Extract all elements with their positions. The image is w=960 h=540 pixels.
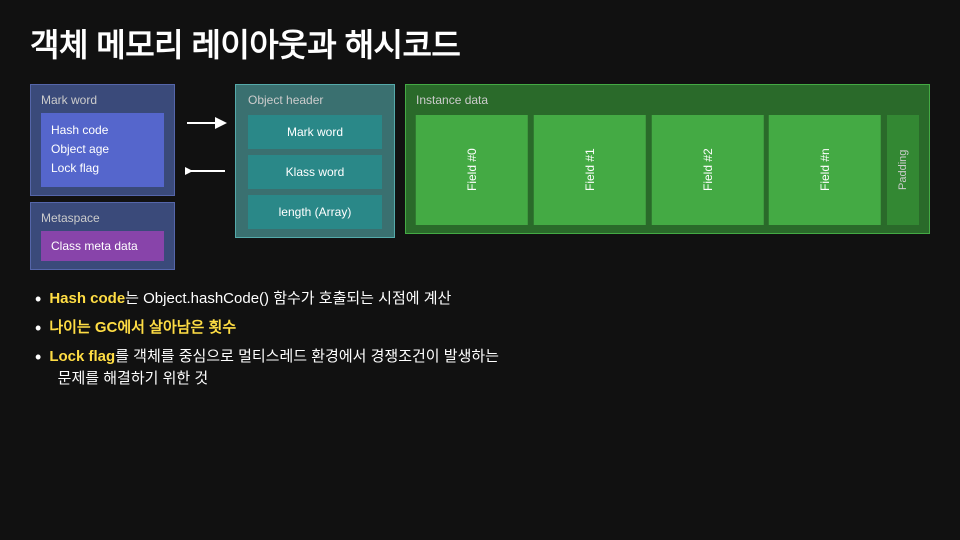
object-header-item-klass-word: Klass word [248, 155, 382, 189]
lock-flag-text: Lock flag [51, 161, 99, 175]
bullet-item-3: • Lock flag를 객체를 중심으로 멀티스레드 환경에서 경쟁조건이 발… [35, 346, 930, 390]
padding-box: Padding [887, 115, 919, 225]
object-header-section: Object header Mark word Klass word lengt… [235, 84, 395, 238]
instance-data-section: Instance data Field #0 Field #1 Field #2… [405, 84, 930, 234]
metaspace-label: Metaspace [41, 211, 164, 225]
metaspace-inner: Class meta data [41, 231, 164, 261]
instance-data-label: Instance data [416, 93, 919, 107]
left-arrow-svg [185, 162, 233, 180]
bullets-section: • Hash code는 Object.hashCode() 함수가 호출되는 … [30, 288, 930, 390]
field-n: Field #n [769, 115, 881, 225]
mark-word-box: Mark word Hash code Object age Lock flag [30, 84, 175, 196]
field-0: Field #0 [416, 115, 528, 225]
bullet-item-2: • 나이는 GC에서 살아남은 횟수 [35, 317, 930, 340]
bullet-2-highlight: 나이는 GC에서 살아남은 횟수 [49, 319, 236, 336]
object-header-items: Mark word Klass word length (Array) [248, 115, 382, 229]
mark-word-inner: Hash code Object age Lock flag [41, 113, 164, 187]
object-header-item-length-array: length (Array) [248, 195, 382, 229]
arrows-column [185, 84, 235, 180]
bullet-dot-3: • [35, 346, 41, 369]
bullet-item-1: • Hash code는 Object.hashCode() 함수가 호출되는 … [35, 288, 930, 311]
right-arrow-svg [185, 114, 233, 132]
bullet-1-highlight: Hash code [49, 290, 125, 307]
object-header-label: Object header [248, 93, 382, 107]
diagram: Mark word Hash code Object age Lock flag… [30, 84, 930, 270]
object-age-text: Object age [51, 142, 109, 156]
field-1: Field #1 [534, 115, 646, 225]
metaspace-box: Metaspace Class meta data [30, 202, 175, 270]
arrow-to-metaspace [185, 162, 235, 180]
bullet-text-3: Lock flag를 객체를 중심으로 멀티스레드 환경에서 경쟁조건이 발생하… [49, 346, 499, 390]
object-header-item-mark-word: Mark word [248, 115, 382, 149]
mark-word-section: Mark word Hash code Object age Lock flag… [30, 84, 175, 270]
slide: 객체 메모리 레이아웃과 해시코드 Mark word Hash code Ob… [0, 0, 960, 540]
bullet-dot-1: • [35, 288, 41, 311]
bullet-text-2: 나이는 GC에서 살아남은 횟수 [49, 317, 236, 339]
bullet-dot-2: • [35, 317, 41, 340]
fields-row: Field #0 Field #1 Field #2 Field #n Padd… [416, 115, 919, 225]
field-2: Field #2 [652, 115, 764, 225]
mark-word-label: Mark word [41, 93, 164, 107]
bullet-3-highlight: Lock flag [49, 348, 115, 365]
class-meta-data-text: Class meta data [51, 239, 138, 253]
bullet-text-1: Hash code는 Object.hashCode() 함수가 호출되는 시점… [49, 288, 451, 310]
arrow-to-mark-word [185, 114, 235, 132]
hash-code-text: Hash code [51, 123, 108, 137]
page-title: 객체 메모리 레이아웃과 해시코드 [30, 20, 930, 66]
